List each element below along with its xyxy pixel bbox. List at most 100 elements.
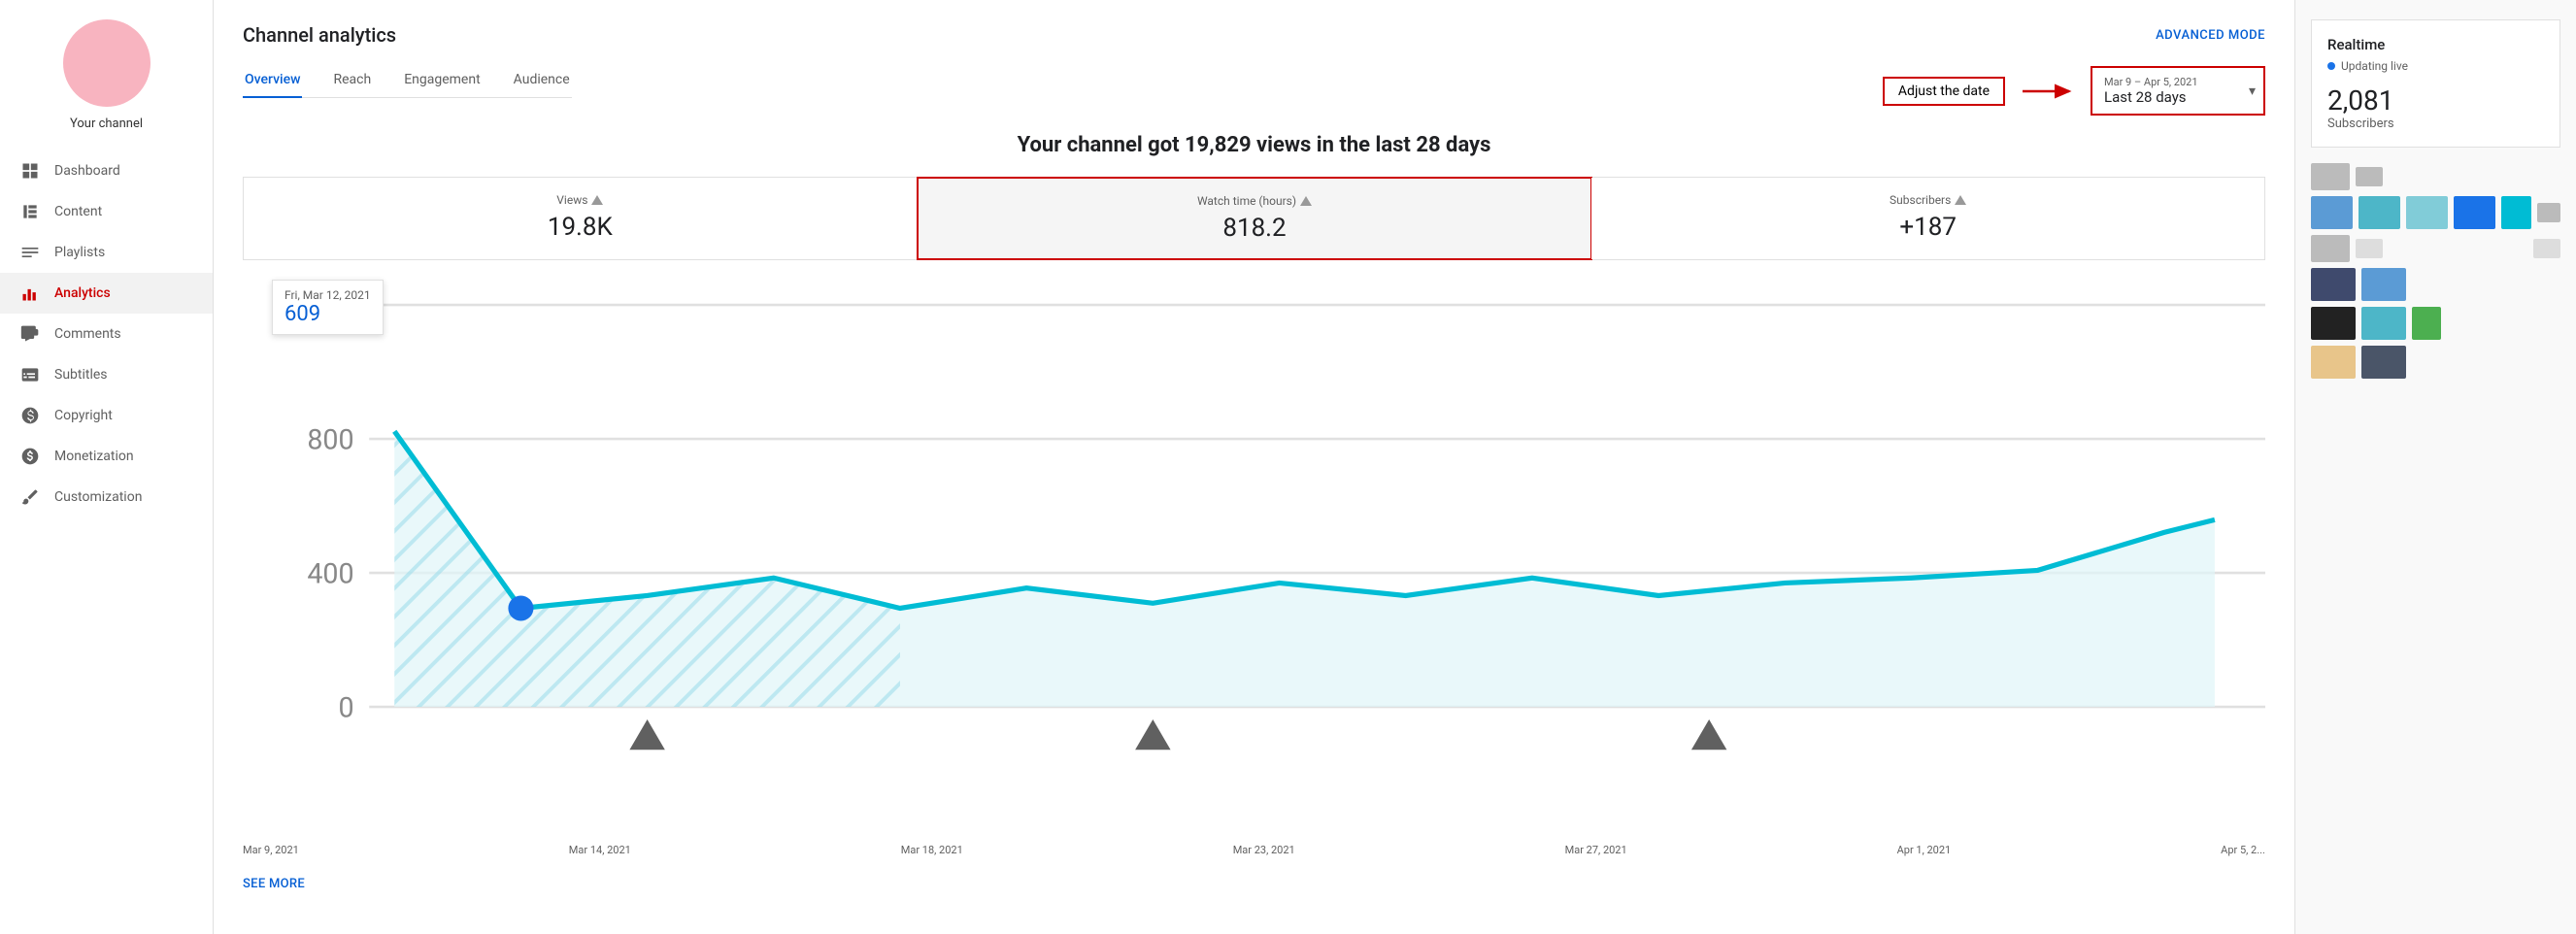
thumb-14 — [2311, 307, 2356, 340]
thumb-row-2 — [2311, 196, 2560, 229]
thumb-6 — [2454, 196, 2495, 229]
thumb-12 — [2311, 268, 2356, 301]
chart-marker-2[interactable] — [1135, 719, 1170, 750]
tab-reach[interactable]: Reach — [331, 62, 373, 97]
subscribers-warning-icon — [1955, 195, 1966, 205]
realtime-live-label: Updating live — [2341, 59, 2408, 73]
date-period-text: Last 28 days — [2104, 88, 2234, 106]
thumb-16 — [2412, 307, 2441, 340]
subscribers-value: +187 — [1615, 213, 2241, 242]
date-range-selector[interactable]: Mar 9 – Apr 5, 2021 Last 28 days ▾ — [2091, 66, 2265, 116]
comment-icon — [19, 323, 41, 345]
chart-marker-3[interactable] — [1691, 719, 1726, 750]
x-label-1: Mar 9, 2021 — [243, 844, 299, 856]
tooltip-value: 609 — [284, 302, 371, 326]
x-label-2: Mar 14, 2021 — [569, 844, 631, 856]
x-label-3: Mar 18, 2021 — [901, 844, 963, 856]
adjust-date-label: Adjust the date — [1898, 83, 1990, 99]
thumb-row-3 — [2311, 235, 2560, 262]
chart-tooltip: Fri, Mar 12, 2021 609 — [272, 280, 384, 335]
tab-engagement[interactable]: Engagement — [402, 62, 482, 97]
sidebar-item-playlists[interactable]: Playlists — [0, 232, 213, 273]
thumb-17 — [2311, 346, 2356, 379]
thumbnail-grid — [2311, 163, 2560, 379]
svg-text:0: 0 — [338, 690, 353, 723]
sidebar-label-dashboard: Dashboard — [54, 163, 120, 179]
chart-svg: 1,200 800 400 0 — [243, 280, 2265, 836]
chart-dot — [508, 595, 533, 620]
see-more-button[interactable]: SEE MORE — [243, 877, 305, 891]
grid-icon — [19, 160, 41, 182]
sidebar-item-copyright[interactable]: Copyright — [0, 395, 213, 436]
x-label-7: Apr 5, 2... — [2221, 844, 2265, 856]
thumb-1 — [2311, 163, 2350, 190]
thumb-5 — [2406, 196, 2448, 229]
thumb-15 — [2361, 307, 2406, 340]
play-icon — [19, 201, 41, 222]
watch-time-warning-icon — [1300, 196, 1312, 206]
thumb-2 — [2356, 167, 2383, 186]
sidebar-label-playlists: Playlists — [54, 245, 105, 260]
sidebar-label-analytics: Analytics — [54, 285, 111, 301]
x-axis-labels: Mar 9, 2021 Mar 14, 2021 Mar 18, 2021 Ma… — [243, 840, 2265, 856]
dollar-icon — [19, 446, 41, 467]
chevron-down-icon: ▾ — [2249, 83, 2256, 99]
tab-overview[interactable]: Overview — [243, 62, 302, 97]
x-label-6: Apr 1, 2021 — [1897, 844, 1952, 856]
metric-views: Views 19.8K — [244, 178, 918, 259]
thumb-7 — [2501, 196, 2531, 229]
adjust-date-annotation: Adjust the date — [1883, 77, 2005, 106]
sidebar-item-analytics[interactable]: Analytics — [0, 273, 213, 314]
content-area: Channel analytics ADVANCED MODE Overview… — [214, 0, 2576, 934]
chart-area: Fri, Mar 12, 2021 609 1,200 800 400 0 — [243, 280, 2265, 856]
main-content: Channel analytics ADVANCED MODE Overview… — [214, 0, 2576, 934]
sidebar-label-monetization: Monetization — [54, 449, 134, 464]
watch-time-label: Watch time (hours) — [1197, 194, 1296, 208]
thumb-8 — [2537, 203, 2560, 222]
copyright-icon — [19, 405, 41, 426]
svg-text:400: 400 — [307, 556, 353, 589]
thumb-row-5 — [2311, 307, 2560, 340]
sidebar-item-monetization[interactable]: Monetization — [0, 436, 213, 477]
arrow-right-icon — [2019, 78, 2077, 105]
metrics-row: Views 19.8K Watch time (hours) 818.2 Sub… — [243, 177, 2265, 260]
bar-chart-icon — [19, 283, 41, 304]
svg-text:800: 800 — [307, 422, 353, 455]
sidebar-label-customization: Customization — [54, 489, 142, 505]
thumb-row-6 — [2311, 346, 2560, 379]
date-range-text: Mar 9 – Apr 5, 2021 — [2104, 76, 2234, 88]
views-value: 19.8K — [267, 213, 893, 242]
subtitles-icon — [19, 364, 41, 385]
thumb-4 — [2359, 196, 2400, 229]
thumb-11 — [2533, 239, 2560, 258]
realtime-section: Realtime Updating live 2,081 Subscribers — [2311, 19, 2560, 148]
subscribers-label: Subscribers — [1890, 193, 1951, 207]
page-title: Channel analytics — [243, 23, 396, 47]
views-label: Views — [556, 193, 587, 207]
sidebar-item-dashboard[interactable]: Dashboard — [0, 150, 213, 191]
sidebar-item-content[interactable]: Content — [0, 191, 213, 232]
thumb-18 — [2361, 346, 2406, 379]
avatar — [63, 19, 151, 107]
tooltip-date: Fri, Mar 12, 2021 — [284, 288, 371, 302]
thumb-13 — [2361, 268, 2406, 301]
realtime-title: Realtime — [2327, 36, 2544, 53]
metric-subscribers: Subscribers +187 — [1591, 178, 2264, 259]
sidebar: Your channel Dashboard Content Playlists… — [0, 0, 214, 934]
watch-time-value: 818.2 — [942, 214, 1568, 243]
x-label-4: Mar 23, 2021 — [1233, 844, 1295, 856]
sidebar-label-subtitles: Subtitles — [54, 367, 108, 383]
realtime-live-status: Updating live — [2327, 59, 2544, 73]
sidebar-item-customization[interactable]: Customization — [0, 477, 213, 517]
chart-marker-1[interactable] — [629, 719, 664, 750]
channel-name: Your channel — [70, 117, 143, 131]
thumb-row-4 — [2311, 268, 2560, 301]
sidebar-item-comments[interactable]: Comments — [0, 314, 213, 354]
tab-audience[interactable]: Audience — [512, 62, 572, 97]
sidebar-item-subtitles[interactable]: Subtitles — [0, 354, 213, 395]
realtime-count: 2,081 — [2327, 84, 2544, 117]
thumb-10 — [2356, 239, 2383, 258]
advanced-mode-button[interactable]: ADVANCED MODE — [2156, 28, 2265, 43]
list-icon — [19, 242, 41, 263]
x-label-5: Mar 27, 2021 — [1565, 844, 1627, 856]
